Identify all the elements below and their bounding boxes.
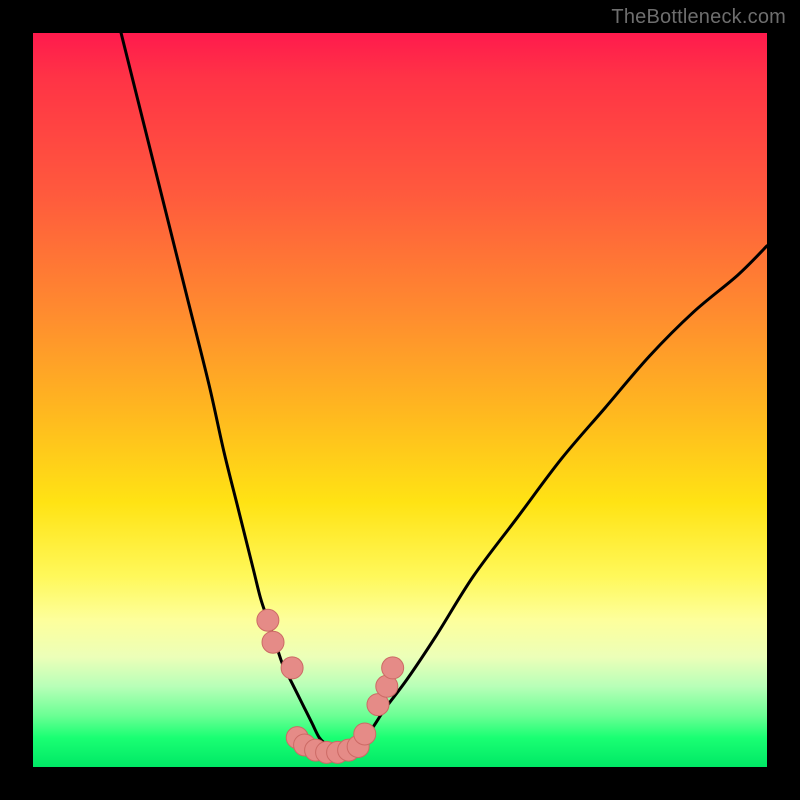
data-marker — [262, 631, 284, 653]
chart-svg — [33, 33, 767, 767]
marker-group — [257, 609, 404, 763]
chart-frame: TheBottleneck.com — [0, 0, 800, 800]
curve-left-branch — [121, 33, 341, 753]
data-marker — [382, 657, 404, 679]
data-marker — [257, 609, 279, 631]
data-marker — [354, 723, 376, 745]
watermark-text: TheBottleneck.com — [611, 6, 786, 29]
data-marker — [281, 657, 303, 679]
curve-right-branch — [341, 246, 767, 752]
